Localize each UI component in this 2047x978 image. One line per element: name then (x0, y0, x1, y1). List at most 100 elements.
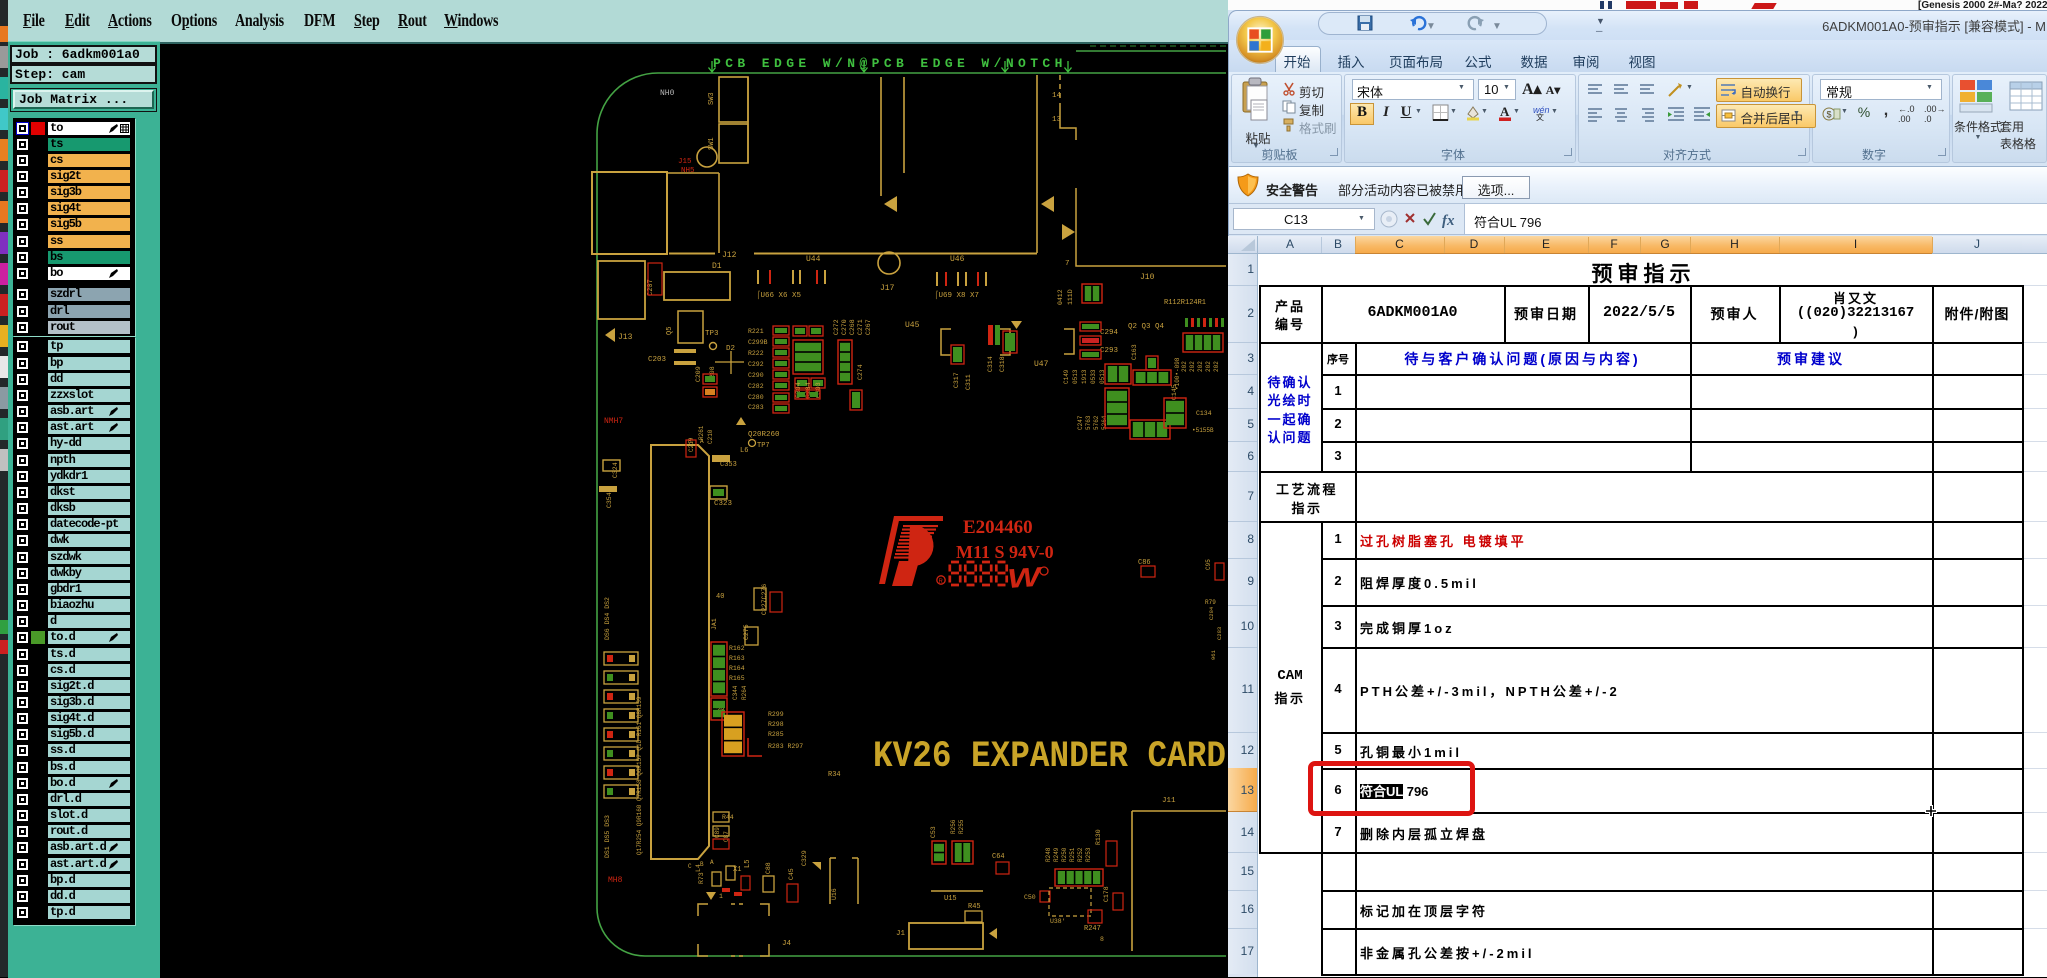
svg-text:R285: R285 (768, 731, 784, 738)
svg-text:7: 7 (1065, 260, 1070, 268)
svg-text:J15: J15 (678, 158, 692, 166)
svg-text:KV26 EXPANDER CARD: KV26 EXPANDER CARD (873, 736, 1226, 778)
svg-text:DS6 DS4 DS2: DS6 DS4 DS2 (604, 597, 611, 640)
svg-text:fx: fx (1442, 213, 1455, 229)
svg-text:R252: R252 (1077, 847, 1084, 862)
svg-text:U46: U46 (950, 255, 965, 264)
svg-text:文: 文 (1536, 112, 1544, 121)
svg-text:J1: J1 (896, 930, 906, 938)
svg-text:R250: R250 (1061, 847, 1068, 862)
svg-text:C268: C268 (849, 319, 856, 335)
svg-text:111D: 111D (1067, 289, 1074, 305)
svg-text:C292: C292 (748, 361, 764, 368)
svg-text:R253: R253 (1085, 847, 1092, 862)
svg-text:5762: 5762 (1093, 415, 1100, 430)
svg-text:L5: L5 (744, 860, 752, 868)
svg-text:U44: U44 (806, 255, 821, 264)
svg-text:U15: U15 (944, 895, 957, 903)
svg-text:R165: R165 (729, 675, 745, 682)
svg-text:C203: C203 (648, 356, 667, 364)
svg-text:W: W (1006, 562, 1044, 594)
svg-text:C311: C311 (965, 374, 972, 390)
svg-text:R45: R45 (968, 903, 981, 911)
svg-text:R222: R222 (748, 350, 764, 357)
svg-text:J12: J12 (722, 251, 737, 260)
svg-text:DS1 DS5 DS3: DS1 DS5 DS3 (604, 815, 611, 858)
svg-text:SW3: SW3 (708, 92, 716, 105)
svg-text:J4: J4 (782, 940, 792, 948)
svg-text:JA1: JA1 (711, 618, 718, 630)
svg-text:$: $ (1827, 110, 1832, 120)
svg-text:40: 40 (716, 593, 724, 601)
svg-text:C354: C354 (606, 492, 613, 508)
svg-text:C272: C272 (833, 319, 840, 335)
svg-text:C53: C53 (930, 826, 937, 838)
svg-text:5763: 5763 (1085, 415, 1092, 430)
svg-text:J10: J10 (1140, 273, 1155, 282)
svg-text:⌠U66 X6 X5: ⌠U66 X6 X5 (756, 290, 802, 300)
svg-text:202: 202 (1197, 361, 1204, 372)
svg-text:R221: R221 (748, 328, 764, 335)
svg-text:0513: 0513 (1072, 369, 1079, 384)
svg-text:J17: J17 (880, 284, 895, 293)
svg-text:C317: C317 (953, 372, 960, 388)
svg-text:C50: C50 (1024, 894, 1036, 901)
svg-text:Q17R254 Q9R160 Q7R158 Q6R157 Q: Q17R254 Q9R160 Q7R158 Q6R157 Q1D R161 Q8… (636, 696, 643, 855)
svg-text:MH8: MH8 (608, 876, 623, 885)
svg-text:C149: C149 (1063, 369, 1070, 384)
svg-text:C64: C64 (992, 853, 1005, 861)
svg-text:C270: C270 (841, 319, 848, 335)
svg-text:J11: J11 (1162, 797, 1176, 805)
svg-text:C293: C293 (1100, 347, 1119, 355)
svg-text:R249: R249 (1053, 847, 1060, 862)
svg-text:NMH7: NMH7 (604, 417, 623, 426)
svg-text:R164: R164 (729, 665, 745, 672)
svg-text:C: C (688, 863, 692, 870)
svg-text:C267: C267 (865, 319, 872, 335)
svg-text:C247: C247 (1077, 415, 1084, 430)
svg-text:R79: R79 (1205, 599, 1216, 606)
svg-text:R112R124R1: R112R124R1 (1164, 299, 1206, 307)
svg-text:Q5: Q5 (666, 327, 674, 335)
svg-text:R283 R297: R283 R297 (768, 743, 803, 750)
svg-text:C324: C324 (612, 462, 619, 478)
svg-text:A: A (710, 859, 714, 866)
svg-text:C274: C274 (857, 364, 864, 380)
svg-text:R163: R163 (729, 655, 745, 662)
svg-text:202: 202 (1213, 361, 1220, 372)
svg-text:0533: 0533 (1090, 369, 1097, 384)
svg-text:E204460: E204460 (963, 517, 1033, 538)
svg-text:R: R (939, 579, 944, 585)
svg-text:C282: C282 (748, 383, 764, 390)
svg-text:C95: C95 (1205, 559, 1212, 570)
svg-text:C290: C290 (748, 372, 764, 379)
svg-text:R248: R248 (1045, 847, 1052, 862)
svg-text:R255: R255 (958, 819, 965, 834)
svg-text:R34: R34 (828, 771, 841, 779)
svg-text:U45: U45 (905, 321, 920, 330)
svg-text:R44: R44 (722, 814, 734, 821)
svg-text:⌠U69 X8 X7: ⌠U69 X8 X7 (934, 290, 979, 300)
svg-text:NH0: NH0 (660, 89, 675, 98)
svg-text:TP3: TP3 (705, 330, 719, 338)
svg-text:202: 202 (1181, 361, 1188, 372)
svg-text:C271: C271 (857, 319, 864, 335)
svg-text:C210: C210 (707, 429, 714, 444)
svg-text:961: 961 (1210, 649, 1217, 660)
svg-text:C283: C283 (1216, 627, 1223, 640)
svg-text:•5155B: •5155B (1192, 427, 1214, 434)
svg-text:U16: U16 (831, 888, 838, 900)
svg-text:R130: R130 (1095, 829, 1102, 845)
svg-text:C280: C280 (748, 394, 764, 401)
svg-text:X1: X1 (733, 866, 741, 874)
svg-text:1913: 1913 (1081, 369, 1088, 384)
svg-text:M11 S 94V-0: M11 S 94V-0 (956, 542, 1054, 562)
svg-text:C88: C88 (765, 862, 772, 874)
svg-text:TP7: TP7 (757, 442, 770, 450)
svg-text:C329: C329 (801, 850, 808, 866)
svg-text:A: A (1500, 104, 1510, 119)
svg-text:C134: C134 (1196, 410, 1212, 417)
svg-text:C178: C178 (1103, 886, 1110, 902)
svg-text:▼: ▼ (1426, 21, 1436, 32)
svg-text:1: 1 (719, 893, 723, 900)
